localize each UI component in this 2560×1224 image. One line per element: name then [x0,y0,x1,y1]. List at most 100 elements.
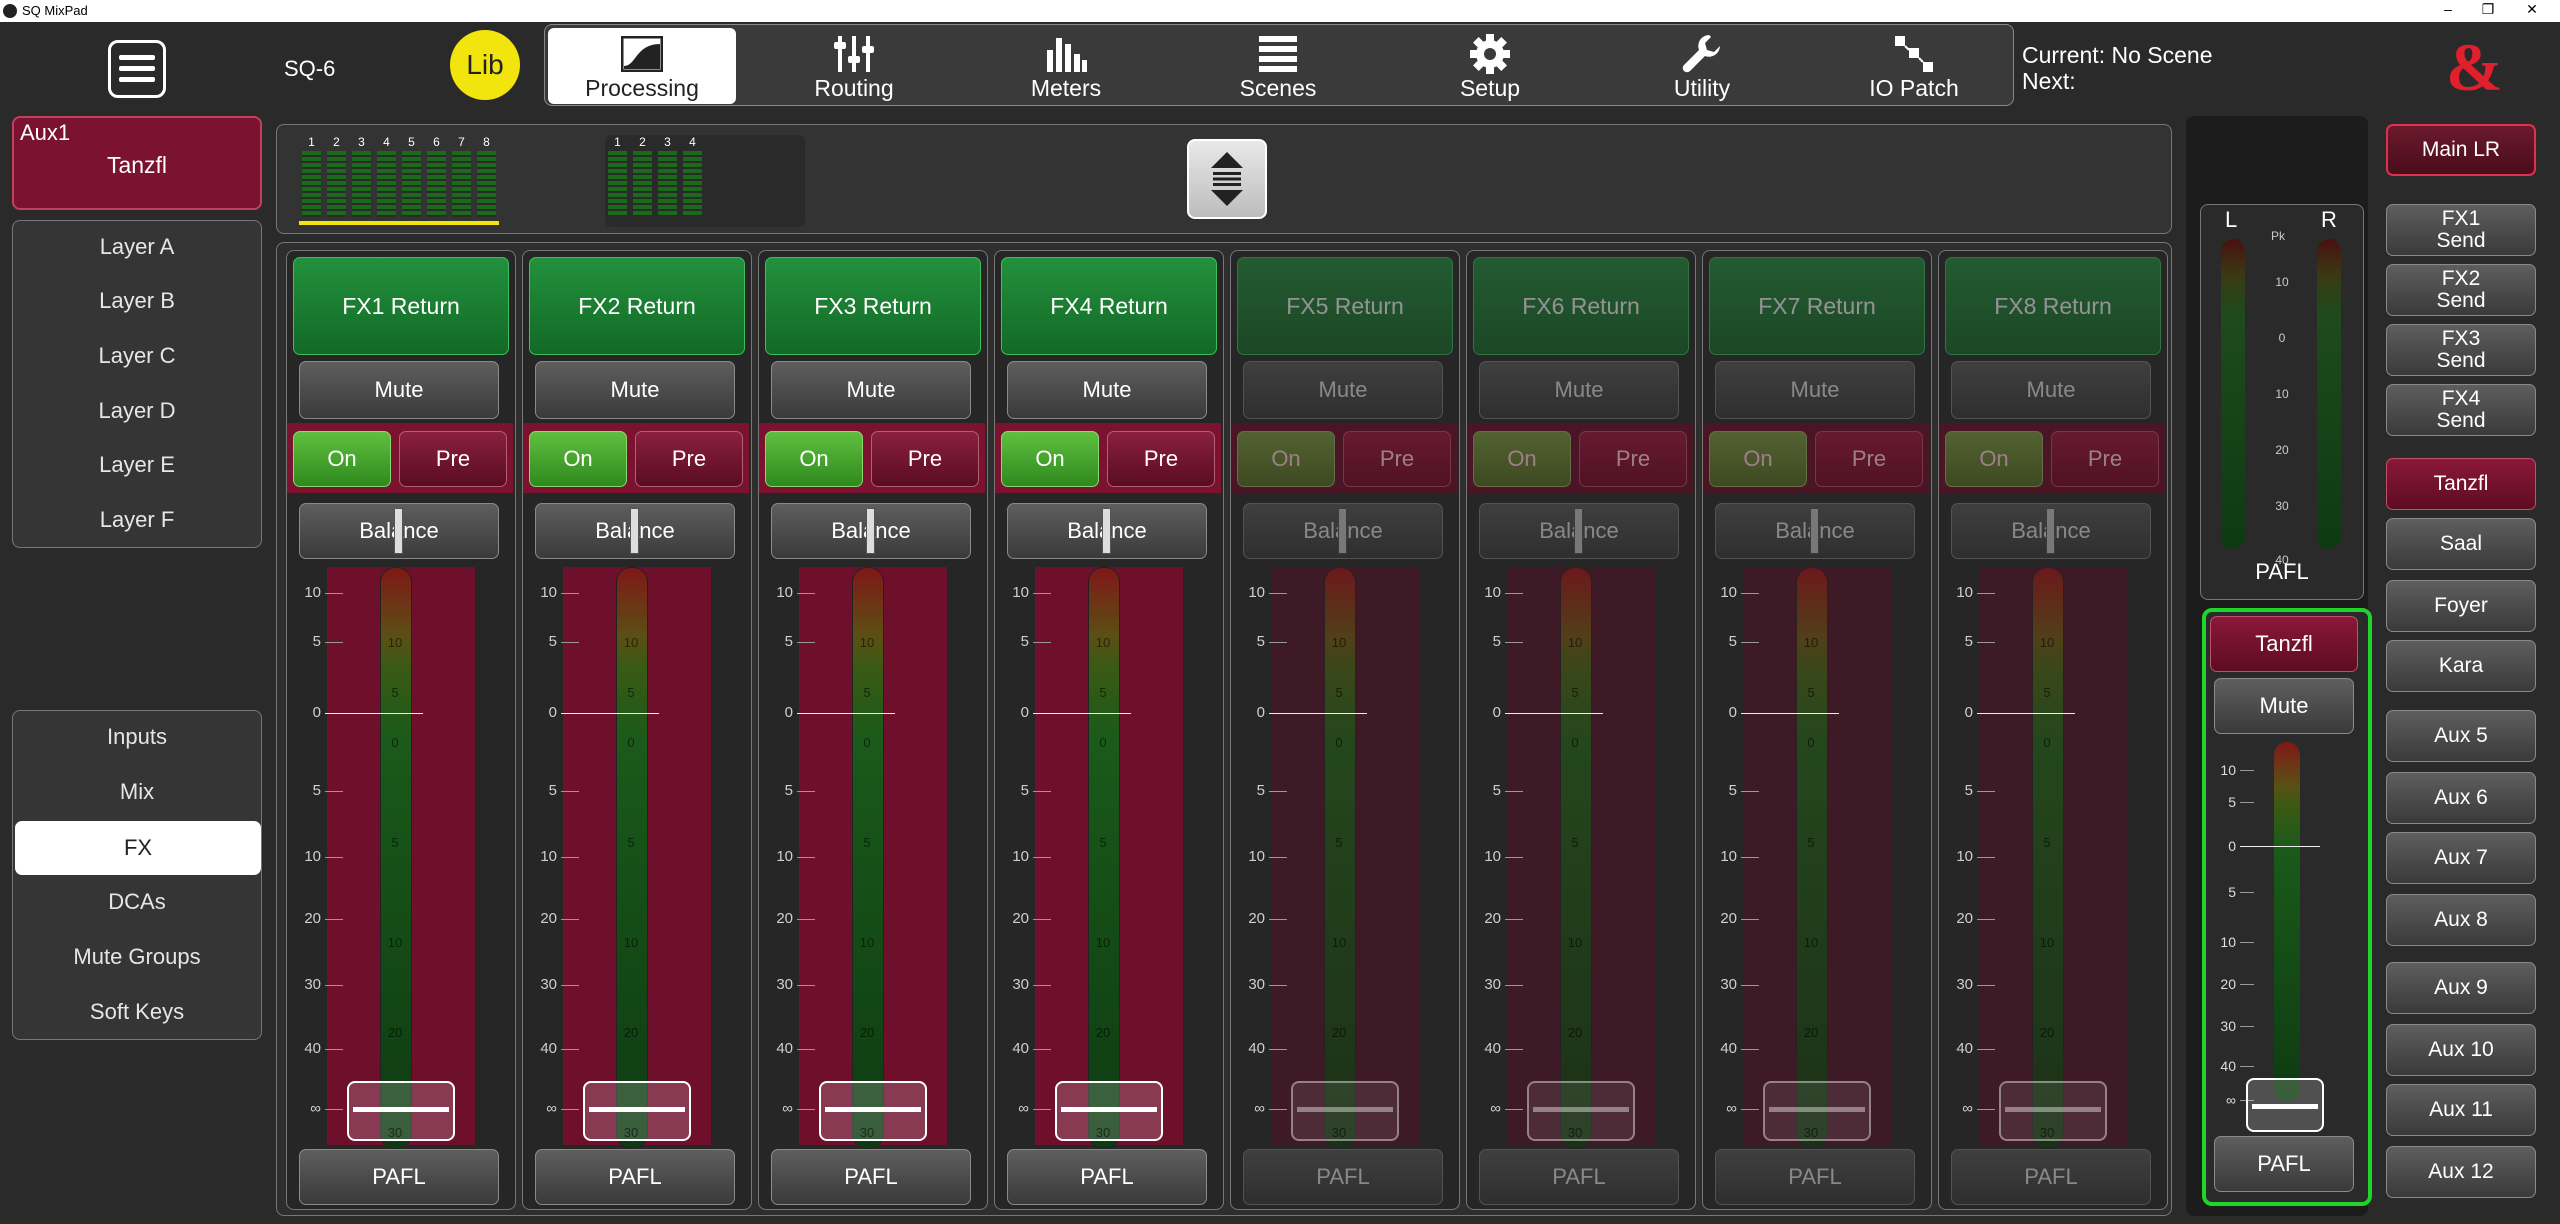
master-fader-cap[interactable] [2246,1078,2324,1132]
mute-button[interactable]: Mute [1243,361,1443,419]
pre-button[interactable]: Pre [871,431,979,487]
mix-select-button[interactable]: Aux 12 [2386,1146,2536,1198]
fader-track[interactable] [1796,567,1828,1149]
mute-button[interactable]: Mute [1007,361,1207,419]
master-mute-button[interactable]: Mute [2214,678,2354,734]
expand-toggle-button[interactable] [1187,139,1267,219]
strip-name-button[interactable]: FX6 Return [1473,257,1689,355]
fader-track[interactable] [380,567,412,1149]
lib-button[interactable]: Lib [450,30,520,100]
layer-b[interactable]: Layer B [13,275,261,327]
current-mix-button[interactable]: Aux1 Tanzfl [12,116,262,210]
tab-setup[interactable]: Setup [1396,28,1584,104]
on-button[interactable]: On [293,431,391,487]
mute-button[interactable]: Mute [1479,361,1679,419]
mix-select-button[interactable]: Main LR [2386,124,2536,176]
pafl-button[interactable]: PAFL [1715,1149,1915,1205]
menu-button[interactable] [108,40,166,98]
mix-select-button[interactable]: Tanzfl [2386,458,2536,510]
nav-mix[interactable]: Mix [13,766,261,818]
strip-name-button[interactable]: FX2 Return [529,257,745,355]
strip-name-button[interactable]: FX7 Return [1709,257,1925,355]
mix-select-button[interactable]: FX1 Send [2386,204,2536,256]
mix-select-button[interactable]: Aux 11 [2386,1084,2536,1136]
mix-select-button[interactable]: FX3 Send [2386,324,2536,376]
pre-button[interactable]: Pre [1815,431,1923,487]
mix-select-button[interactable]: FX4 Send [2386,384,2536,436]
pre-button[interactable]: Pre [399,431,507,487]
mute-button[interactable]: Mute [1715,361,1915,419]
on-button[interactable]: On [765,431,863,487]
balance-button[interactable]: Balance [1007,503,1207,559]
strip-name-button[interactable]: FX3 Return [765,257,981,355]
pre-button[interactable]: Pre [635,431,743,487]
pre-button[interactable]: Pre [1579,431,1687,487]
nav-dcas[interactable]: DCAs [13,876,261,928]
balance-button[interactable]: Balance [1715,503,1915,559]
mix-select-button[interactable]: Aux 8 [2386,894,2536,946]
nav-inputs[interactable]: Inputs [13,711,261,763]
pre-button[interactable]: Pre [1107,431,1215,487]
on-button[interactable]: On [1709,431,1807,487]
minimize-button[interactable]: – [2438,1,2458,17]
layer-e[interactable]: Layer E [13,439,261,491]
mute-button[interactable]: Mute [299,361,499,419]
balance-button[interactable]: Balance [535,503,735,559]
nav-mute-groups[interactable]: Mute Groups [13,931,261,983]
pre-button[interactable]: Pre [1343,431,1451,487]
pafl-button[interactable]: PAFL [535,1149,735,1205]
pafl-button[interactable]: PAFL [771,1149,971,1205]
balance-button[interactable]: Balance [1951,503,2151,559]
overview-group-1[interactable]: 1 2 3 4 5 6 7 8 [299,135,499,227]
on-button[interactable]: On [1001,431,1099,487]
mix-select-button[interactable]: Aux 7 [2386,832,2536,884]
overview-group-2[interactable]: 1 2 3 4 [605,135,805,227]
tab-meters[interactable]: Meters [972,28,1160,104]
master-name-button[interactable]: Tanzfl [2210,616,2358,672]
balance-button[interactable]: Balance [299,503,499,559]
balance-button[interactable]: Balance [1243,503,1443,559]
tab-processing[interactable]: Processing [548,28,736,104]
pafl-button[interactable]: PAFL [1479,1149,1679,1205]
tab-scenes[interactable]: Scenes [1184,28,1372,104]
pafl-button[interactable]: PAFL [1007,1149,1207,1205]
layer-d[interactable]: Layer D [13,385,261,437]
mute-button[interactable]: Mute [535,361,735,419]
tab-utility[interactable]: Utility [1608,28,1796,104]
tab-io-patch[interactable]: IO Patch [1820,28,2008,104]
master-pafl-button[interactable]: PAFL [2214,1136,2354,1192]
fader-track[interactable] [2032,567,2064,1149]
mix-select-button[interactable]: FX2 Send [2386,264,2536,316]
mix-select-button[interactable]: Kara [2386,640,2536,692]
mute-button[interactable]: Mute [771,361,971,419]
pre-button[interactable]: Pre [2051,431,2159,487]
on-button[interactable]: On [1473,431,1571,487]
mute-button[interactable]: Mute [1951,361,2151,419]
strip-name-button[interactable]: FX8 Return [1945,257,2161,355]
fader-track[interactable] [1324,567,1356,1149]
mix-select-button[interactable]: Aux 6 [2386,772,2536,824]
layer-c[interactable]: Layer C [13,330,261,382]
mix-select-button[interactable]: Aux 9 [2386,962,2536,1014]
balance-button[interactable]: Balance [1479,503,1679,559]
layer-a[interactable]: Layer A [13,221,261,273]
tab-routing[interactable]: Routing [760,28,948,104]
on-button[interactable]: On [1237,431,1335,487]
mix-select-button[interactable]: Aux 10 [2386,1024,2536,1076]
mix-select-button[interactable]: Saal [2386,518,2536,570]
balance-button[interactable]: Balance [771,503,971,559]
fader-track[interactable] [852,567,884,1149]
fader-track[interactable] [1560,567,1592,1149]
close-button[interactable]: ✕ [2522,1,2542,18]
layer-f[interactable]: Layer F [13,494,261,546]
on-button[interactable]: On [1945,431,2043,487]
strip-name-button[interactable]: FX5 Return [1237,257,1453,355]
strip-name-button[interactable]: FX1 Return [293,257,509,355]
master-fader-track[interactable] [2274,742,2300,1102]
mix-select-button[interactable]: Aux 5 [2386,710,2536,762]
mix-select-button[interactable]: Foyer [2386,580,2536,632]
pafl-button[interactable]: PAFL [299,1149,499,1205]
pafl-button[interactable]: PAFL [1243,1149,1443,1205]
fader-track[interactable] [616,567,648,1149]
strip-name-button[interactable]: FX4 Return [1001,257,1217,355]
